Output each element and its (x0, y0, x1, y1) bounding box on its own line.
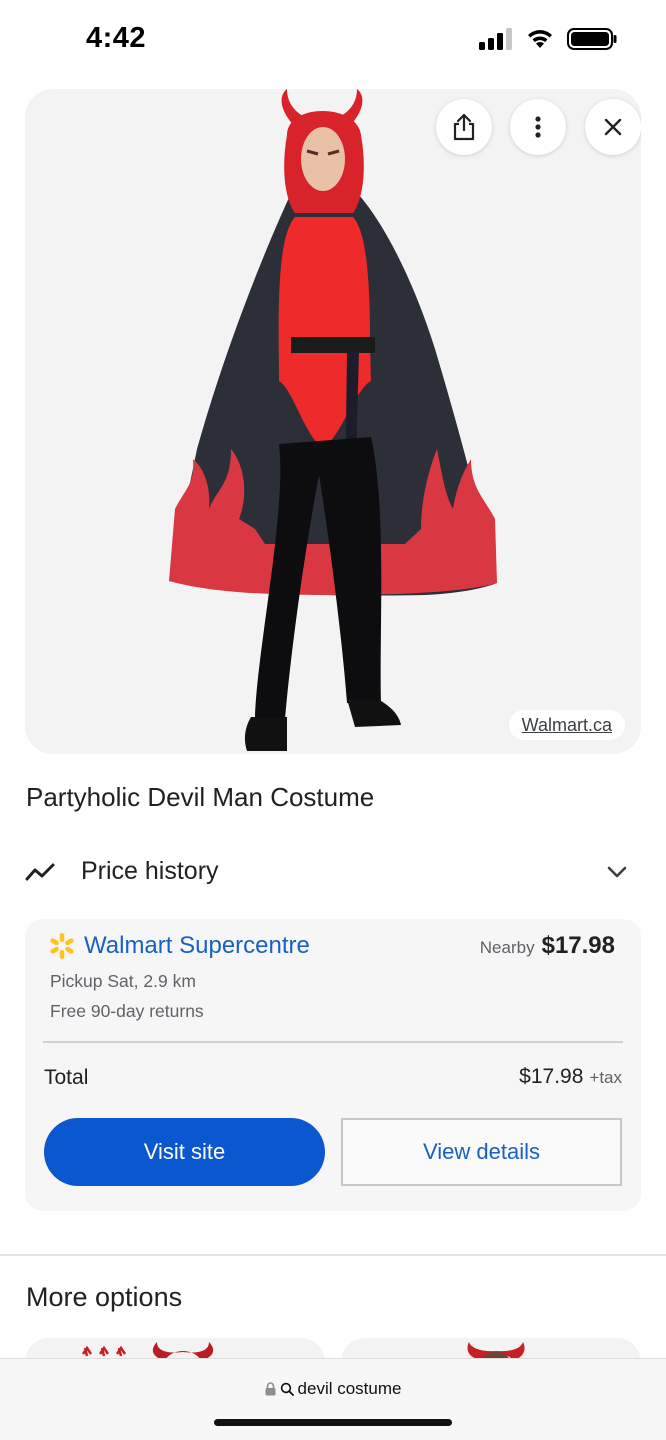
price-value: $17.98 (541, 932, 615, 959)
wifi-icon (528, 30, 552, 48)
share-button[interactable] (436, 99, 492, 155)
more-options-heading: More options (26, 1282, 183, 1312)
price-history-label: Price history (81, 857, 219, 885)
image-source-link[interactable]: Walmart.ca (508, 710, 625, 740)
costume-illustration (169, 89, 497, 751)
search-icon (280, 1382, 294, 1396)
walmart-spark-icon (50, 933, 74, 959)
total-price: $17.98 +tax (519, 1065, 622, 1089)
home-indicator[interactable] (214, 1419, 452, 1426)
battery-icon (567, 28, 617, 50)
price-history-row[interactable]: Price history (25, 846, 641, 898)
more-options-button[interactable] (510, 99, 566, 155)
section-divider (0, 1254, 666, 1256)
store-name-link[interactable]: Walmart Supercentre (84, 932, 310, 960)
offer-price: Nearby $17.98 (480, 932, 615, 960)
more-vert-icon (535, 116, 541, 138)
product-title: Partyholic Devil Man Costume (26, 782, 375, 812)
offer-card: Walmart Supercentre Nearby $17.98 Pickup… (25, 919, 641, 1211)
product-image[interactable]: Walmart.ca (25, 89, 641, 754)
url-field[interactable]: devil costume (0, 1379, 666, 1399)
cellular-signal-icon (479, 28, 512, 50)
chevron-down-icon (607, 866, 627, 878)
search-query: devil costume (297, 1379, 402, 1398)
share-icon (453, 113, 475, 141)
returns-info: Free 90-day returns (50, 1001, 204, 1021)
status-bar: 4:42 (0, 0, 666, 80)
total-price-value: $17.98 (519, 1065, 584, 1088)
view-details-button[interactable]: View details (341, 1118, 622, 1186)
nearby-label: Nearby (479, 938, 535, 957)
lock-icon (265, 1382, 276, 1396)
status-time: 4:42 (86, 22, 147, 54)
pickup-info: Pickup Sat, 2.9 km (50, 971, 196, 991)
trending-icon (25, 863, 55, 881)
close-button[interactable] (585, 99, 641, 155)
close-icon (604, 118, 622, 136)
browser-url-bar[interactable]: devil costume (0, 1358, 666, 1440)
divider (43, 1041, 623, 1043)
visit-site-button[interactable]: Visit site (44, 1118, 325, 1186)
total-label: Total (44, 1066, 89, 1089)
tax-label: +tax (589, 1068, 622, 1087)
